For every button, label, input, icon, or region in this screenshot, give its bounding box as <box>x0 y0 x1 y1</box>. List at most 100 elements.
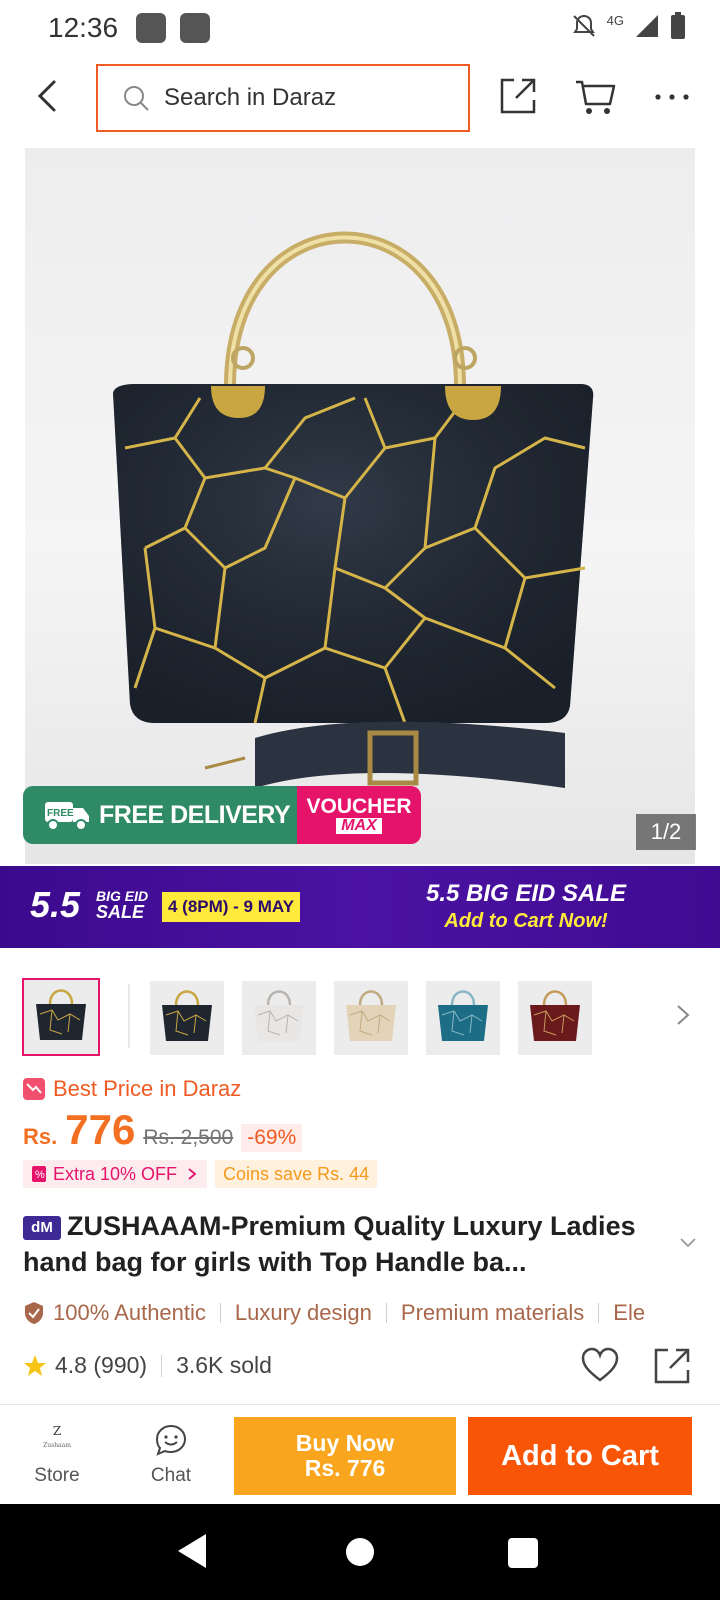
free-delivery-label: FREE DELIVERY <box>99 800 291 829</box>
more-options-icon[interactable] <box>652 82 692 112</box>
back-arrow-icon[interactable] <box>30 78 66 114</box>
rating-row[interactable]: 4.8 (990) 3.6K sold <box>23 1352 272 1379</box>
discount-badge: -69% <box>241 1124 303 1152</box>
thumbnail[interactable] <box>150 981 224 1055</box>
bottom-action-bar: Z Zushaam Store Chat Buy Now Rs. 776 Add … <box>0 1404 720 1502</box>
store-logo-text: Zushaam <box>43 1442 71 1449</box>
best-price-label: Best Price in Daraz <box>53 1076 242 1101</box>
svg-text:%: % <box>35 1169 45 1181</box>
image-counter: 1/2 <box>636 814 696 850</box>
feature-tag: Luxury design <box>234 1300 372 1325</box>
nav-recents-icon[interactable] <box>508 1538 538 1568</box>
extra-off-chip[interactable]: % Extra 10% OFF <box>23 1160 208 1188</box>
eid-big-number: 5.5 <box>30 884 81 925</box>
chat-button[interactable]: Chat <box>136 1417 206 1493</box>
buy-now-button[interactable]: Buy Now Rs. 776 <box>234 1417 456 1495</box>
thumbnail-bag-icon <box>24 980 98 1054</box>
store-button[interactable]: Z Zushaam Store <box>22 1417 92 1493</box>
top-bar: Search in Daraz <box>0 62 720 132</box>
thumbnail[interactable] <box>334 981 408 1055</box>
coins-save-label: Coins save Rs. 44 <box>223 1163 370 1184</box>
current-price: 776 <box>65 1106 136 1153</box>
thumbnail-divider <box>128 984 130 1048</box>
app-notification-icon <box>136 13 166 43</box>
nav-back-icon[interactable] <box>176 1532 210 1570</box>
svg-text:Z: Z <box>53 1424 61 1438</box>
feature-tag: 100% Authentic <box>53 1300 206 1325</box>
thumbnail-selected[interactable] <box>22 978 100 1056</box>
delivery-truck-icon: FREE <box>45 802 89 831</box>
rating-separator <box>161 1354 163 1377</box>
voucher-icon: % <box>32 1166 46 1182</box>
nav-home-icon[interactable] <box>346 1538 374 1566</box>
network-type: 4G <box>606 12 624 28</box>
authentic-shield-icon <box>25 1302 43 1324</box>
handbag-illustration <box>113 231 594 788</box>
buy-now-label: Buy Now <box>295 1430 395 1456</box>
chevron-right-icon <box>188 1168 197 1180</box>
store-logo-icon: Z Zushaam <box>43 1424 71 1449</box>
feature-separator <box>385 1303 387 1323</box>
system-nav-bar <box>0 1504 720 1600</box>
feature-tags: 100% Authentic Luxury design Premium mat… <box>23 1296 697 1330</box>
rating-value: 4.8 (990) <box>55 1352 148 1378</box>
eid-date-range: 4 (8PM) - 9 MAY <box>162 892 300 922</box>
best-price-row: Best Price in Daraz <box>23 1076 241 1102</box>
chevron-down-icon[interactable] <box>678 1236 698 1250</box>
add-to-cart-label: Add to Cart <box>501 1439 659 1472</box>
free-small-label: FREE <box>47 808 74 819</box>
eid-banner-title: 5.5 BIG EID SALE <box>425 880 627 907</box>
store-label: Store <box>34 1465 80 1486</box>
thumbnail-bag-icon <box>150 981 224 1055</box>
voucher-max-label: MAX <box>336 818 382 834</box>
search-icon <box>124 86 149 111</box>
search-input[interactable]: Search in Daraz <box>96 64 470 132</box>
status-bar: 12:36 4G <box>0 0 720 52</box>
status-time: 12:36 <box>48 12 119 43</box>
currency-label: Rs. <box>23 1124 58 1149</box>
promo-row: % Extra 10% OFF Coins save Rs. 44 <box>23 1160 378 1188</box>
voucher-label: VOUCHER <box>306 795 412 818</box>
feature-tag: Premium materials <box>400 1300 585 1325</box>
chevron-right-icon[interactable] <box>672 1000 696 1030</box>
feature-separator <box>598 1303 600 1323</box>
extra-off-label: Extra 10% OFF <box>53 1163 178 1184</box>
product-title-text: ZUSHAAAM-Premium Quality Luxury Ladies h… <box>23 1211 636 1277</box>
original-price: Rs. 2,500 <box>143 1126 234 1149</box>
thumbnail-strip <box>0 978 720 1058</box>
free-delivery-badge: FREE FREE DELIVERY VOUCHER MAX <box>23 786 421 844</box>
eid-small-title: BIG EID SALE <box>96 888 148 922</box>
thumbnail-bag-icon <box>334 981 408 1055</box>
thumbnail[interactable] <box>426 981 500 1055</box>
cart-icon[interactable] <box>574 76 616 116</box>
thumbnail-bag-icon <box>518 981 592 1055</box>
feature-tag: Ele <box>613 1300 646 1325</box>
thumbnail-bag-icon <box>426 981 500 1055</box>
add-to-cart-button[interactable]: Add to Cart <box>468 1417 692 1495</box>
trend-down-icon <box>23 1078 45 1100</box>
thumbnail-bag-icon <box>242 981 316 1055</box>
eid-small-line2: SALE <box>96 902 145 922</box>
feature-separator <box>219 1303 221 1323</box>
product-image[interactable] <box>25 148 695 864</box>
product-title: dM ZUSHAAAM-Premium Quality Luxury Ladies… <box>23 1208 673 1280</box>
chat-icon <box>155 1424 187 1456</box>
share-icon[interactable] <box>652 1346 692 1386</box>
coins-save-chip: Coins save Rs. 44 <box>215 1160 378 1188</box>
thumbnail[interactable] <box>242 981 316 1055</box>
mute-icon <box>572 14 595 37</box>
star-icon <box>24 1354 46 1376</box>
battery-icon <box>671 12 685 39</box>
signal-icon <box>636 15 658 37</box>
eid-sale-banner[interactable]: 5.5 BIG EID SALE 4 (8PM) - 9 MAY 5.5 BIG… <box>0 866 720 948</box>
share-icon[interactable] <box>498 76 538 116</box>
thumbnail[interactable] <box>518 981 592 1055</box>
eid-banner-cta: Add to Cart Now! <box>444 910 608 932</box>
buy-now-price: Rs. 776 <box>304 1455 386 1481</box>
sold-count: 3.6K sold <box>176 1352 272 1378</box>
search-placeholder: Search in Daraz <box>164 84 337 111</box>
app-notification-icon <box>180 13 210 43</box>
heart-icon[interactable] <box>580 1346 620 1384</box>
chat-label: Chat <box>150 1465 192 1486</box>
brand-badge: dM <box>23 1216 61 1240</box>
